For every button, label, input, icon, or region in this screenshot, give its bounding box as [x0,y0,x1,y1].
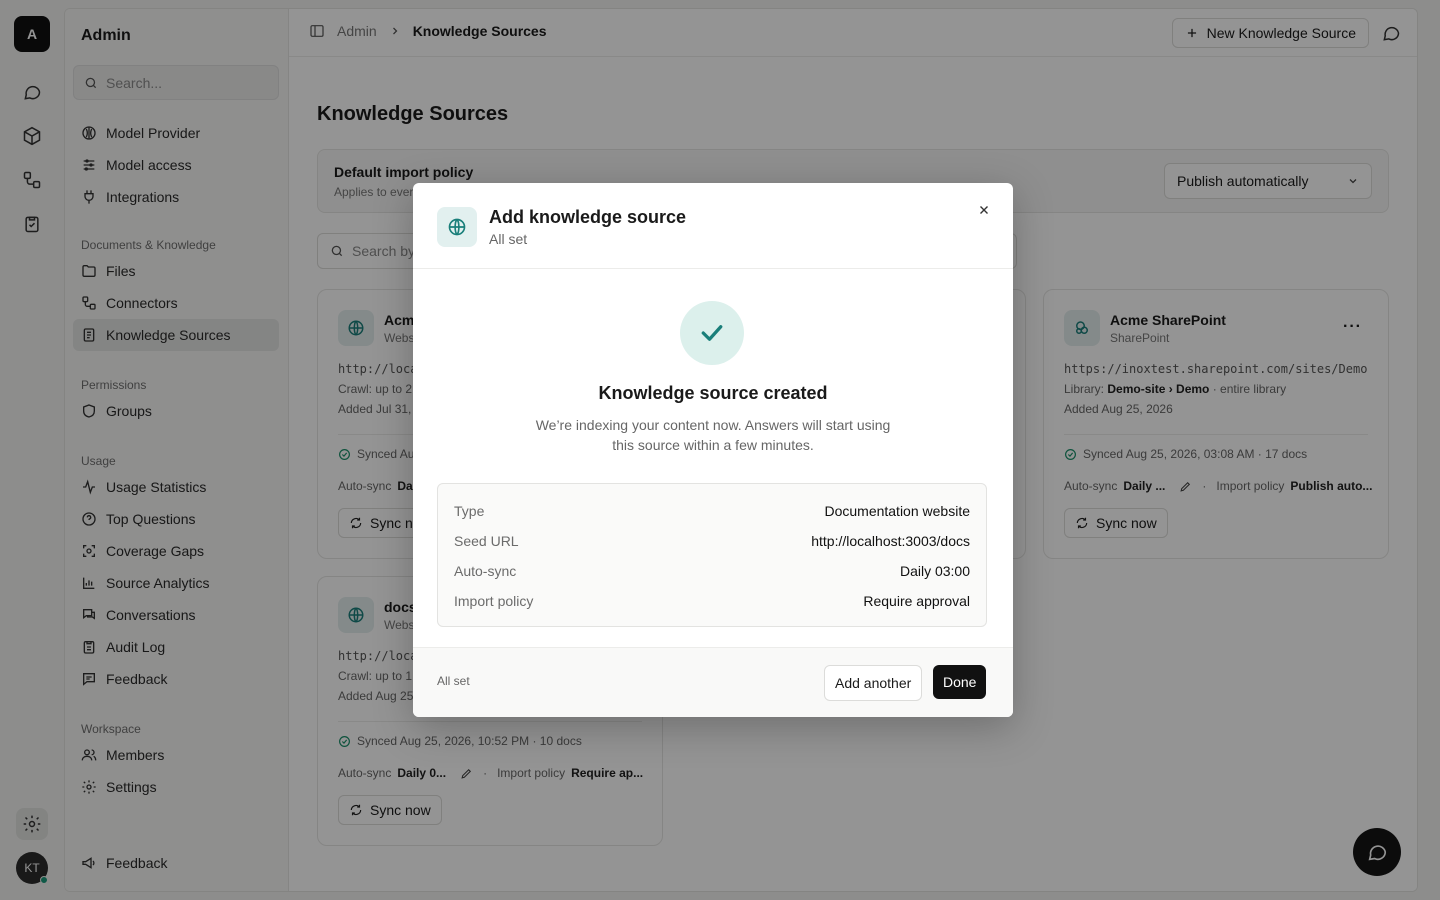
globe-icon [437,207,477,247]
summary-key: Import policy [454,593,534,609]
success-heading: Knowledge source created [598,383,828,403]
dialog-footer: All set Add another Done [413,647,1013,717]
dialog-header: Add knowledge source All set [413,183,1013,269]
close-dialog-button[interactable] [973,199,995,221]
summary-row-type: Type Documentation website [454,496,970,526]
dialog-subtitle: All set [489,231,528,247]
summary-value: Documentation website [824,503,970,519]
footer-status: All set [437,674,470,688]
summary-row-seed-url: Seed URL http://localhost:3003/docs [454,526,970,556]
summary-value: Require approval [863,593,970,609]
summary-key: Seed URL [454,533,519,549]
summary-row-import-policy: Import policy Require approval [454,586,970,616]
summary-key: Type [454,503,485,519]
done-button[interactable]: Done [933,665,987,699]
summary-value: http://localhost:3003/docs [811,533,970,549]
summary-value: Daily 03:00 [899,563,970,579]
dialog-title: Add knowledge source [489,207,687,227]
source-summary: Type Documentation website Seed URL http… [437,483,987,627]
close-icon [980,206,988,214]
success-check-icon [680,301,744,365]
add-knowledge-source-dialog: Add knowledge source All set Knowledge s… [413,183,1013,717]
success-message: We’re indexing your content now. Answers… [535,417,891,453]
add-another-button[interactable]: Add another [824,665,923,701]
summary-row-auto-sync: Auto-sync Daily 03:00 [454,556,970,586]
summary-key: Auto-sync [454,563,517,579]
